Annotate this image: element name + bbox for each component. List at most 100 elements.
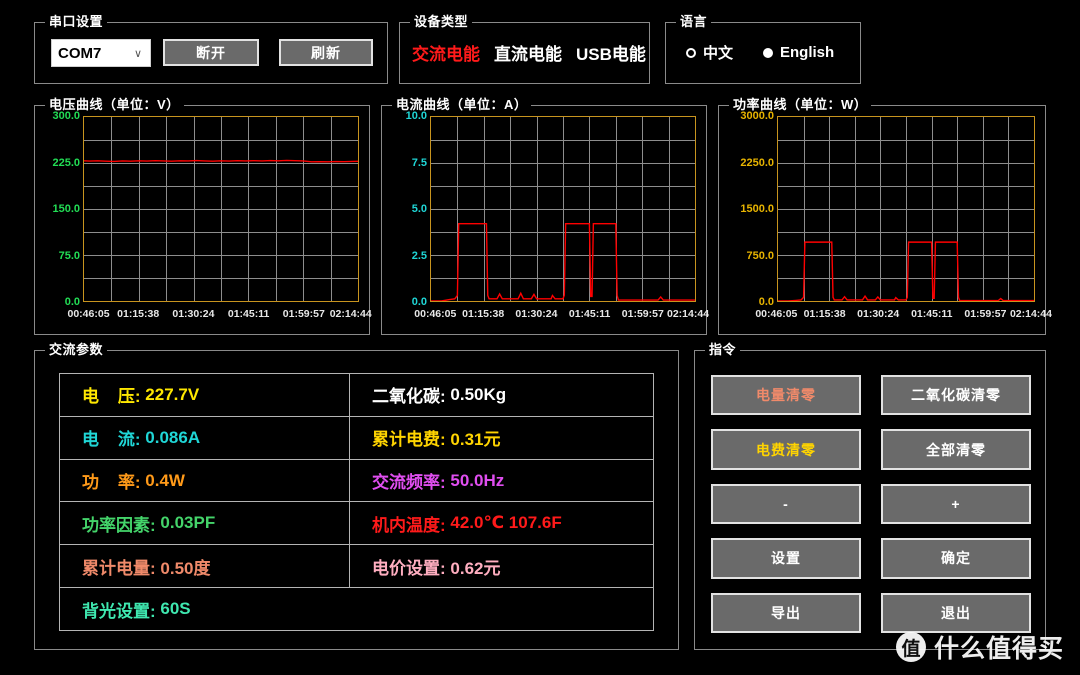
current-chart-group: 电流曲线（单位：A） 10.0 7.5 5.0 2.5 0.0 00:46:05 01:1… <box>381 97 709 335</box>
serial-settings-group: 串口设置 COM7 ∨ 断开 刷新 <box>34 14 388 84</box>
table-row: 功 率: 0.4W 交流频率: 50.0Hz <box>60 459 653 503</box>
command-button-2[interactable]: 电费清零 <box>711 429 861 470</box>
param-value: 0.03PF <box>160 513 216 533</box>
x-tick-label: 01:59:57 <box>282 308 325 320</box>
table-row: 背光设置: 60S <box>60 588 653 630</box>
y-tick-label: 2250.0 <box>740 156 774 169</box>
x-tick-label: 01:45:11 <box>911 308 953 320</box>
current-plot-area[interactable] <box>430 116 696 302</box>
table-row: 电 压: 227.7V 二氧化碳: 0.50Kg <box>60 374 653 417</box>
serial-port-select[interactable]: COM7 ∨ <box>51 39 151 67</box>
current-chart-body: 10.0 7.5 5.0 2.5 0.0 00:46:05 01:15:38 01:30:2… <box>382 106 709 334</box>
power-x-axis: 00:46:05 01:15:38 01:30:24 01:45:11 01:59:57… <box>755 308 1052 322</box>
param-value: 0.62元 <box>450 558 501 578</box>
chart-svg <box>778 117 1034 301</box>
y-tick-label: 5.0 <box>411 203 427 215</box>
x-tick-label: 01:59:57 <box>621 308 664 320</box>
x-tick-label: 01:15:38 <box>803 308 846 320</box>
voltage-plot-area[interactable] <box>83 116 359 302</box>
language-group: 语言 中文 English <box>665 14 861 84</box>
param-value: 0.4W <box>145 470 185 490</box>
command-button-1[interactable]: 二氧化碳清零 <box>881 375 1031 416</box>
power-chart-group: 功率曲线（单位：W） 3000.0 2250.0 1500.0 750.0 0.0 00… <box>718 97 1052 335</box>
current-y-axis: 10.0 7.5 5.0 2.5 0.0 <box>382 110 430 308</box>
x-tick-label: 02:14:44 <box>1009 308 1052 320</box>
device-type-options: 交流电能 直流电能 USB电能 <box>412 40 646 65</box>
language-option-label: English <box>780 44 835 61</box>
language-option-1[interactable]: English <box>763 44 834 61</box>
x-tick-label: 01:15:38 <box>117 308 160 320</box>
param-cell: 功率因素: 0.03PF <box>60 502 350 545</box>
x-tick-label: 01:45:11 <box>227 308 270 320</box>
table-row: 功率因素: 0.03PF 机内温度: 42.0℃ 107.6F <box>60 502 653 546</box>
command-title: 指令 <box>705 342 741 357</box>
table-row: 累计电量: 0.50度 电价设置: 0.62元 <box>60 545 653 589</box>
ac-params-title: 交流参数 <box>45 342 108 357</box>
param-label: 机内温度: <box>372 515 451 535</box>
y-tick-label: 0.0 <box>64 296 80 308</box>
y-tick-label: 1500.0 <box>740 203 774 215</box>
serial-settings-title: 串口设置 <box>45 14 108 29</box>
param-label: 二氧化碳: <box>372 387 451 407</box>
y-tick-label: 0.0 <box>411 296 427 308</box>
param-value: 0.086A <box>145 427 201 447</box>
chevron-down-icon: ∨ <box>133 47 142 60</box>
y-tick-label: 225.0 <box>52 156 80 169</box>
command-button-6[interactable]: 设置 <box>711 538 861 579</box>
param-cell: 机内温度: 42.0℃ 107.6F <box>350 502 653 544</box>
param-cell: 交流频率: 50.0Hz <box>350 460 653 502</box>
x-tick-label: 00:46:05 <box>67 308 110 320</box>
param-value: 0.31元 <box>450 430 501 450</box>
voltage-x-axis: 00:46:05 01:15:38 01:30:24 01:45:11 01:59:57… <box>68 308 372 322</box>
param-label: 电价设置: <box>372 558 451 578</box>
command-button-5[interactable]: + <box>881 483 1031 525</box>
voltage-chart-body: 300.0 225.0 150.0 75.0 0.0 00:46:05 01:15:38 0… <box>35 106 372 334</box>
radio-icon <box>686 47 696 58</box>
command-button-7[interactable]: 确定 <box>881 538 1031 579</box>
device-type-option-2[interactable]: USB电能 <box>576 40 646 65</box>
param-cell: 累计电量: 0.50度 <box>60 545 350 588</box>
device-type-group: 设备类型 交流电能 直流电能 USB电能 <box>399 14 650 84</box>
table-row: 电 流: 0.086A 累计电费: 0.31元 <box>60 416 653 460</box>
y-tick-label: 10.0 <box>405 110 427 122</box>
x-tick-label: 00:46:05 <box>414 308 457 320</box>
power-plot-area[interactable] <box>777 116 1035 302</box>
param-cell: 累计电费: 0.31元 <box>350 417 653 459</box>
language-option-0[interactable]: 中文 <box>686 42 733 63</box>
current-x-axis: 00:46:05 01:15:38 01:30:24 01:45:11 01:59:57… <box>414 308 709 322</box>
y-tick-label: 750.0 <box>746 249 774 262</box>
command-button-8[interactable]: 导出 <box>711 592 861 633</box>
param-label: 背光设置: <box>82 601 161 621</box>
y-tick-label: 300.0 <box>52 110 80 122</box>
param-cell: 二氧化碳: 0.50Kg <box>350 374 653 416</box>
device-type-option-1[interactable]: 直流电能 <box>494 40 562 65</box>
param-cell: 电 压: 227.7V <box>60 374 350 416</box>
param-label: 电 压: <box>82 387 146 407</box>
chart-svg <box>431 117 695 301</box>
param-value: 60S <box>160 599 191 619</box>
command-button-3[interactable]: 全部清零 <box>881 429 1031 470</box>
y-tick-label: 3000.0 <box>740 110 774 122</box>
serial-port-value: COM7 <box>58 44 102 62</box>
param-cell: 功 率: 0.4W <box>60 459 350 502</box>
param-label: 功率因素: <box>82 515 161 535</box>
command-button-9[interactable]: 退出 <box>881 592 1031 633</box>
x-tick-label: 01:30:24 <box>857 308 900 320</box>
param-label: 累计电量: <box>82 558 161 578</box>
param-label: 功 率: <box>82 473 146 493</box>
language-title: 语言 <box>676 14 712 29</box>
param-value: 42.0℃ 107.6F <box>450 513 562 533</box>
x-tick-label: 01:30:24 <box>515 308 558 320</box>
param-label: 电 流: <box>82 430 146 450</box>
refresh-button[interactable]: 刷新 <box>279 39 373 66</box>
command-button-0[interactable]: 电量清零 <box>711 375 861 416</box>
x-tick-label: 01:59:57 <box>964 308 1007 320</box>
grid-lines <box>431 117 695 301</box>
param-value: 0.50度 <box>160 558 211 578</box>
device-type-option-0[interactable]: 交流电能 <box>412 40 480 65</box>
ac-params-group: 交流参数 电 压: 227.7V 二氧化碳: 0.50Kg 电 流: 0.086A 累… <box>34 342 679 650</box>
disconnect-button[interactable]: 断开 <box>163 39 259 66</box>
command-button-4[interactable]: - <box>711 483 861 525</box>
device-type-title: 设备类型 <box>410 14 473 29</box>
y-tick-label: 2.5 <box>411 249 427 262</box>
